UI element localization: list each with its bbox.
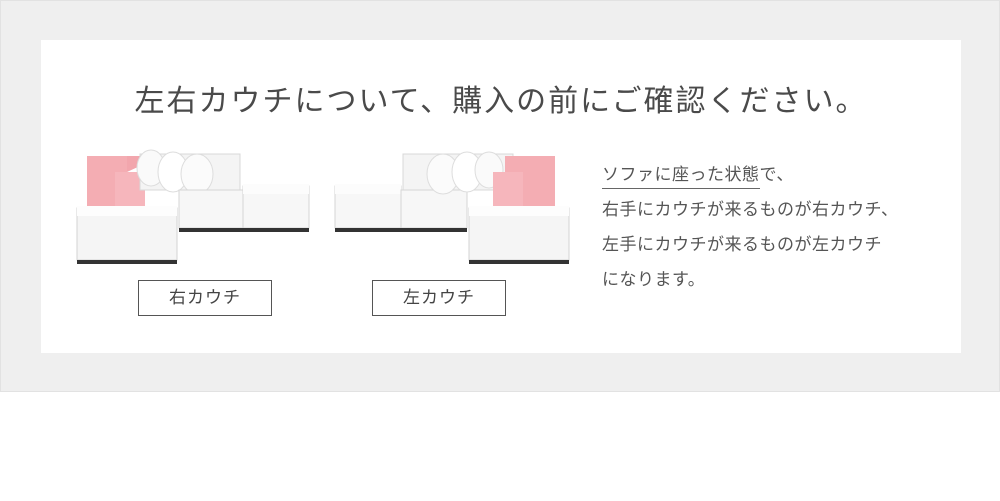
description-line-4: になります。 (602, 270, 706, 290)
description-intro-rest: で、 (759, 165, 794, 185)
page-title: 左右カウチについて、購入の前にご確認ください。 (134, 84, 868, 119)
description-line-2: 右手にカウチが来るものが右カウチ、 (602, 200, 899, 220)
left-couch-label: 左カウチ (372, 280, 506, 316)
description-line-1: ソファに座った状態で、 (602, 158, 952, 193)
left-couch-image (334, 151, 570, 264)
right-couch-image (76, 149, 310, 264)
info-panel: 左右カウチについて、購入の前にご確認ください。 右カウチ 左カウチ ソファに座っ… (41, 40, 961, 353)
description-line-3: 左手にカウチが来るものが左カウチ (602, 235, 882, 255)
description: ソファに座った状態で、 右手にカウチが来るものが右カウチ、 左手にカウチが来るも… (602, 158, 952, 298)
outer-frame: 左右カウチについて、購入の前にご確認ください。 右カウチ 左カウチ ソファに座っ… (0, 0, 1000, 392)
right-couch-label: 右カウチ (138, 280, 272, 316)
description-underlined: ソファに座った状態 (602, 165, 760, 189)
